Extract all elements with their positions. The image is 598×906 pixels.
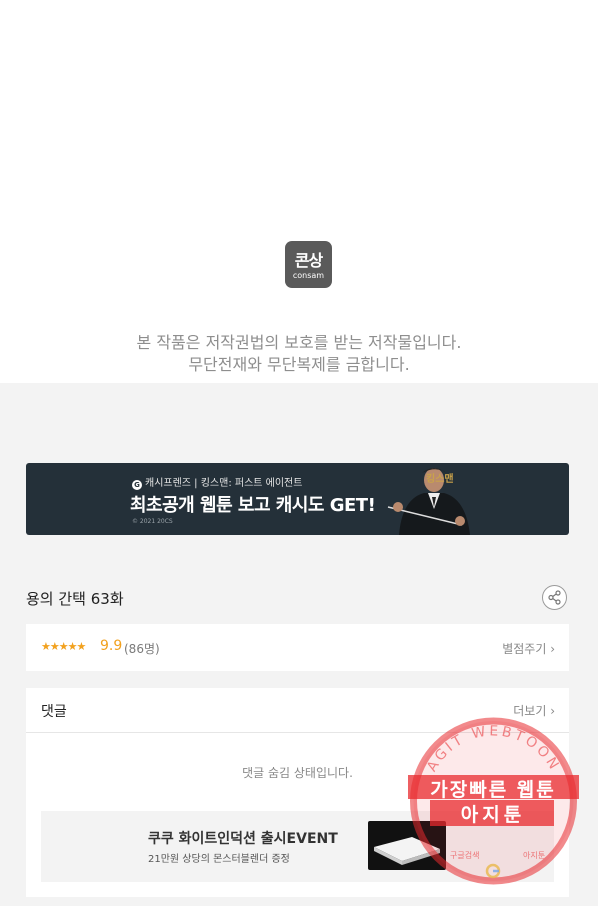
copyright-notice-line1: 본 작품은 저작권법의 보호를 받는 저작물입니다. [136,333,462,352]
logo-text-en: consam [292,271,325,280]
copyright-notice-line2: 무단전재와 무단복제를 금합니다. [188,355,410,374]
rate-button-label: 별점주기 [502,642,547,656]
cashfriends-icon: G [132,480,142,490]
chevron-right-icon: › [546,642,555,656]
kingsman-logo: 킹스맨 [426,474,454,485]
banner-headline: 최초공개 웹툰 보고 캐시도 GET! [130,495,376,516]
rating-card: ★★★★★ 9.9 (86명) 별점주기 › [26,624,569,671]
ad-title: 쿠쿠 화이트인덕션 출시EVENT [148,831,338,847]
logo-text-ko: 콘상 [294,251,323,270]
share-icon [548,590,561,605]
episode-title: 용의 간택 63화 [26,590,124,608]
rating-count: (86명) [124,642,160,656]
rate-button[interactable]: 별점주기 › [502,640,555,657]
rating-score: 9.9 [100,638,123,654]
watermark-line1: 가장빠른 웹툰 [430,779,556,801]
rating-stars: ★★★★★ [41,640,86,653]
comments-header: 댓글 [41,704,67,720]
promo-banner[interactable]: G 캐시프렌즈 | 킹스맨: 퍼스트 에이전트 최초공개 웹툰 보고 캐시도 GE… [26,463,569,535]
watermark-line2: 아지툰 [460,804,526,826]
viewer-end-area: 콘상 consam 본 작품은 저작권법의 보호를 받는 저작물입니다. 무단전… [0,0,598,383]
consam-logo: 콘상 consam [285,241,332,288]
banner-copyright: © 2021 20CS [132,518,173,525]
banner-character-image [387,468,470,535]
share-button[interactable] [542,585,567,610]
watermark-small-left: 구글검색 [450,850,479,860]
banner-brand: G 캐시프렌즈 | 킹스맨: 퍼스트 에이전트 [132,474,302,490]
watermark-small-right: 아지툰 [523,850,545,860]
ad-subtitle: 21만원 상당의 몬스터블렌더 증정 [148,854,290,865]
banner-brand-label: 캐시프렌즈 | 킹스맨: 퍼스트 에이전트 [145,478,303,489]
